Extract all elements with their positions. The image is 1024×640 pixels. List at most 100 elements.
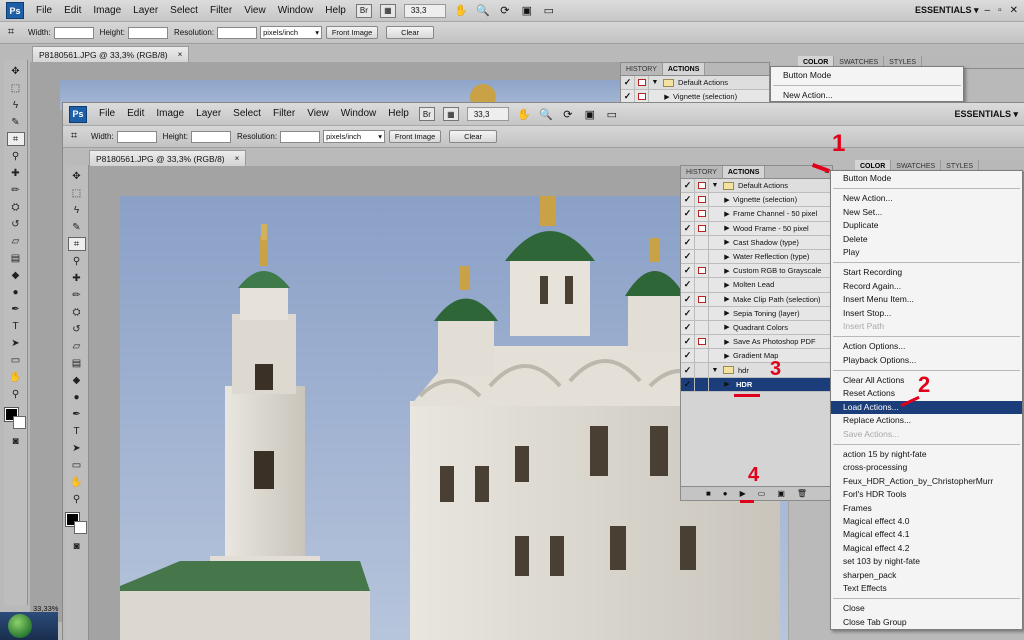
healing-tool-icon[interactable]: ✚ [68, 271, 86, 285]
menu-item-close-tab-group[interactable]: Close Tab Group [831, 616, 1022, 629]
toggle-check-icon[interactable]: ✓ [681, 278, 695, 292]
toggle-check-icon[interactable]: ✓ [681, 363, 695, 377]
front-image-button[interactable]: Front Image [389, 130, 442, 143]
eraser-tool-icon[interactable]: ▱ [68, 339, 86, 353]
toggle-check-icon[interactable]: ✓ [681, 264, 695, 278]
close-button[interactable]: ✕ [1010, 5, 1018, 16]
front-image-button[interactable]: Front Image [326, 26, 379, 39]
dialog-toggle[interactable] [695, 264, 709, 278]
menu-item-cross-processing[interactable]: cross-processing [831, 461, 1022, 474]
rotate-view-icon[interactable]: ⟳ [559, 106, 577, 122]
menu-item-set-103-by-night-fate[interactable]: set 103 by night-fate [831, 555, 1022, 568]
dialog-toggle[interactable] [695, 207, 709, 221]
color-swatches[interactable] [64, 512, 88, 535]
action-set-row[interactable]: ✓ ▼ hdr [681, 363, 832, 378]
menu-item-record-again[interactable]: Record Again... [831, 280, 1022, 293]
expand-icon[interactable]: ▶ [721, 253, 733, 261]
new-action-button[interactable]: ▣ [777, 489, 785, 498]
shape-tool-icon[interactable]: ▭ [68, 458, 86, 472]
dialog-toggle[interactable] [695, 292, 709, 306]
action-row[interactable]: ✓ ▶ Sepia Toning (layer) [681, 306, 832, 321]
front-menu-window[interactable]: Window [335, 103, 383, 125]
bridge-icon[interactable]: Br [355, 3, 372, 18]
front-menu-layer[interactable]: Layer [190, 103, 227, 125]
quick-mask-icon[interactable]: ◙ [7, 434, 25, 448]
dialog-toggle[interactable] [695, 193, 709, 207]
expand-icon[interactable]: ▶ [721, 309, 733, 317]
menu-item-action-options[interactable]: Action Options... [831, 340, 1022, 353]
expand-icon[interactable]: ▶ [721, 267, 733, 275]
menu-item-close[interactable]: Close [831, 602, 1022, 615]
record-button[interactable]: ● [723, 489, 728, 498]
dialog-toggle[interactable] [695, 377, 709, 391]
action-row[interactable]: ✓ ▶ Custom RGB to Grayscale [681, 264, 832, 279]
toggle-check-icon[interactable]: ✓ [681, 179, 695, 193]
toggle-check-icon[interactable]: ✓ [681, 335, 695, 349]
back-document-tab[interactable]: P8180561.JPG @ 33,3% (RGB/8) × [32, 46, 190, 62]
back-menu-layer[interactable]: Layer [127, 0, 164, 22]
menu-item-clear-all-actions[interactable]: Clear All Actions [831, 374, 1022, 387]
action-set-row[interactable]: ✓ ▼ Default Actions [681, 179, 832, 194]
menu-item-feux-hdr-action-by-christophermurr[interactable]: Feux_HDR_Action_by_ChristopherMurr [831, 475, 1022, 488]
action-row[interactable]: ✓ ▶ Vignette (selection) [681, 193, 832, 208]
zoom-select[interactable]: 33,3 [466, 107, 509, 121]
action-row[interactable]: ✓ ▶ Gradient Map [681, 349, 832, 364]
menu-item-duplicate[interactable]: Duplicate [831, 219, 1022, 232]
close-tab-icon[interactable]: × [178, 50, 183, 59]
workspace-switcher[interactable]: ESSENTIALS ▾ [909, 5, 985, 16]
dialog-toggle[interactable] [695, 335, 709, 349]
stop-button[interactable]: ■ [706, 489, 711, 498]
crop-tool-icon[interactable]: ⌗ [6, 132, 25, 146]
action-row[interactable]: ✓ ▶ HDR [681, 377, 832, 392]
height-input[interactable] [191, 130, 232, 143]
minimize-button[interactable]: – [985, 5, 991, 16]
dodge-tool-icon[interactable]: ● [7, 285, 25, 299]
brush-tool-icon[interactable]: ✏ [7, 183, 25, 197]
front-menu-image[interactable]: Image [150, 103, 190, 125]
menu-item-playback-options[interactable]: Playback Options... [831, 354, 1022, 367]
expand-icon[interactable]: ▼ [709, 182, 721, 189]
dialog-toggle[interactable] [695, 363, 709, 377]
dialog-toggle[interactable] [695, 278, 709, 292]
expand-icon[interactable]: ▶ [721, 338, 733, 346]
panel-menu-icon[interactable]: ≡ [824, 167, 829, 176]
marquee-tool-icon[interactable]: ⬚ [7, 81, 25, 95]
bridge-icon[interactable]: Br [418, 107, 435, 121]
lasso-tool-icon[interactable]: ϟ [7, 98, 25, 112]
menu-item-forl-s-hdr-tools[interactable]: Forl's HDR Tools [831, 488, 1022, 501]
expand-icon[interactable]: ▶ [721, 352, 733, 360]
eyedropper-tool-icon[interactable]: ⚲ [68, 254, 86, 268]
history-brush-tool-icon[interactable]: ↺ [68, 322, 86, 336]
dialog-toggle[interactable] [695, 221, 709, 235]
front-menu-edit[interactable]: Edit [121, 103, 150, 125]
dialog-toggle[interactable] [695, 235, 709, 249]
toggle-check-icon[interactable]: ✓ [681, 349, 695, 363]
front-menu-filter[interactable]: Filter [267, 103, 301, 125]
blur-tool-icon[interactable]: ◆ [7, 268, 25, 282]
start-button[interactable] [8, 614, 32, 638]
back-menu-image[interactable]: Image [87, 0, 127, 22]
back-menu-new-action[interactable]: New Action... [771, 89, 963, 102]
arrange-icon[interactable]: ▣ [581, 106, 599, 122]
dialog-toggle[interactable] [695, 349, 709, 363]
toggle-check-icon[interactable]: ✓ [681, 320, 695, 335]
menu-item-button-mode[interactable]: Button Mode [831, 172, 1022, 185]
dialog-toggle[interactable] [695, 320, 709, 335]
back-menu-edit[interactable]: Edit [58, 0, 87, 22]
back-menu-button-mode[interactable]: Button Mode [771, 69, 963, 82]
front-menu-help[interactable]: Help [382, 103, 415, 125]
width-input[interactable] [53, 26, 94, 39]
action-row[interactable]: ✓ ▶ Cast Shadow (type) [681, 235, 832, 250]
zoom-tool-icon[interactable]: ⚲ [7, 387, 25, 401]
menu-item-magical-effect-4-2[interactable]: Magical effect 4.2 [831, 542, 1022, 555]
menu-item-replace-actions[interactable]: Replace Actions... [831, 414, 1022, 427]
gradient-tool-icon[interactable]: ▤ [68, 356, 86, 370]
new-set-button[interactable]: ▭ [758, 489, 766, 498]
toggle-check-icon[interactable]: ✓ [681, 377, 695, 391]
resolution-input[interactable] [217, 26, 258, 39]
toggle-check-icon[interactable]: ✓ [681, 221, 695, 235]
screen-mode-icon[interactable]: ▭ [540, 3, 558, 19]
workspace-switcher[interactable]: ESSENTIALS ▾ [948, 109, 1024, 120]
dialog-toggle[interactable] [695, 179, 709, 193]
lasso-tool-icon[interactable]: ϟ [68, 203, 86, 217]
